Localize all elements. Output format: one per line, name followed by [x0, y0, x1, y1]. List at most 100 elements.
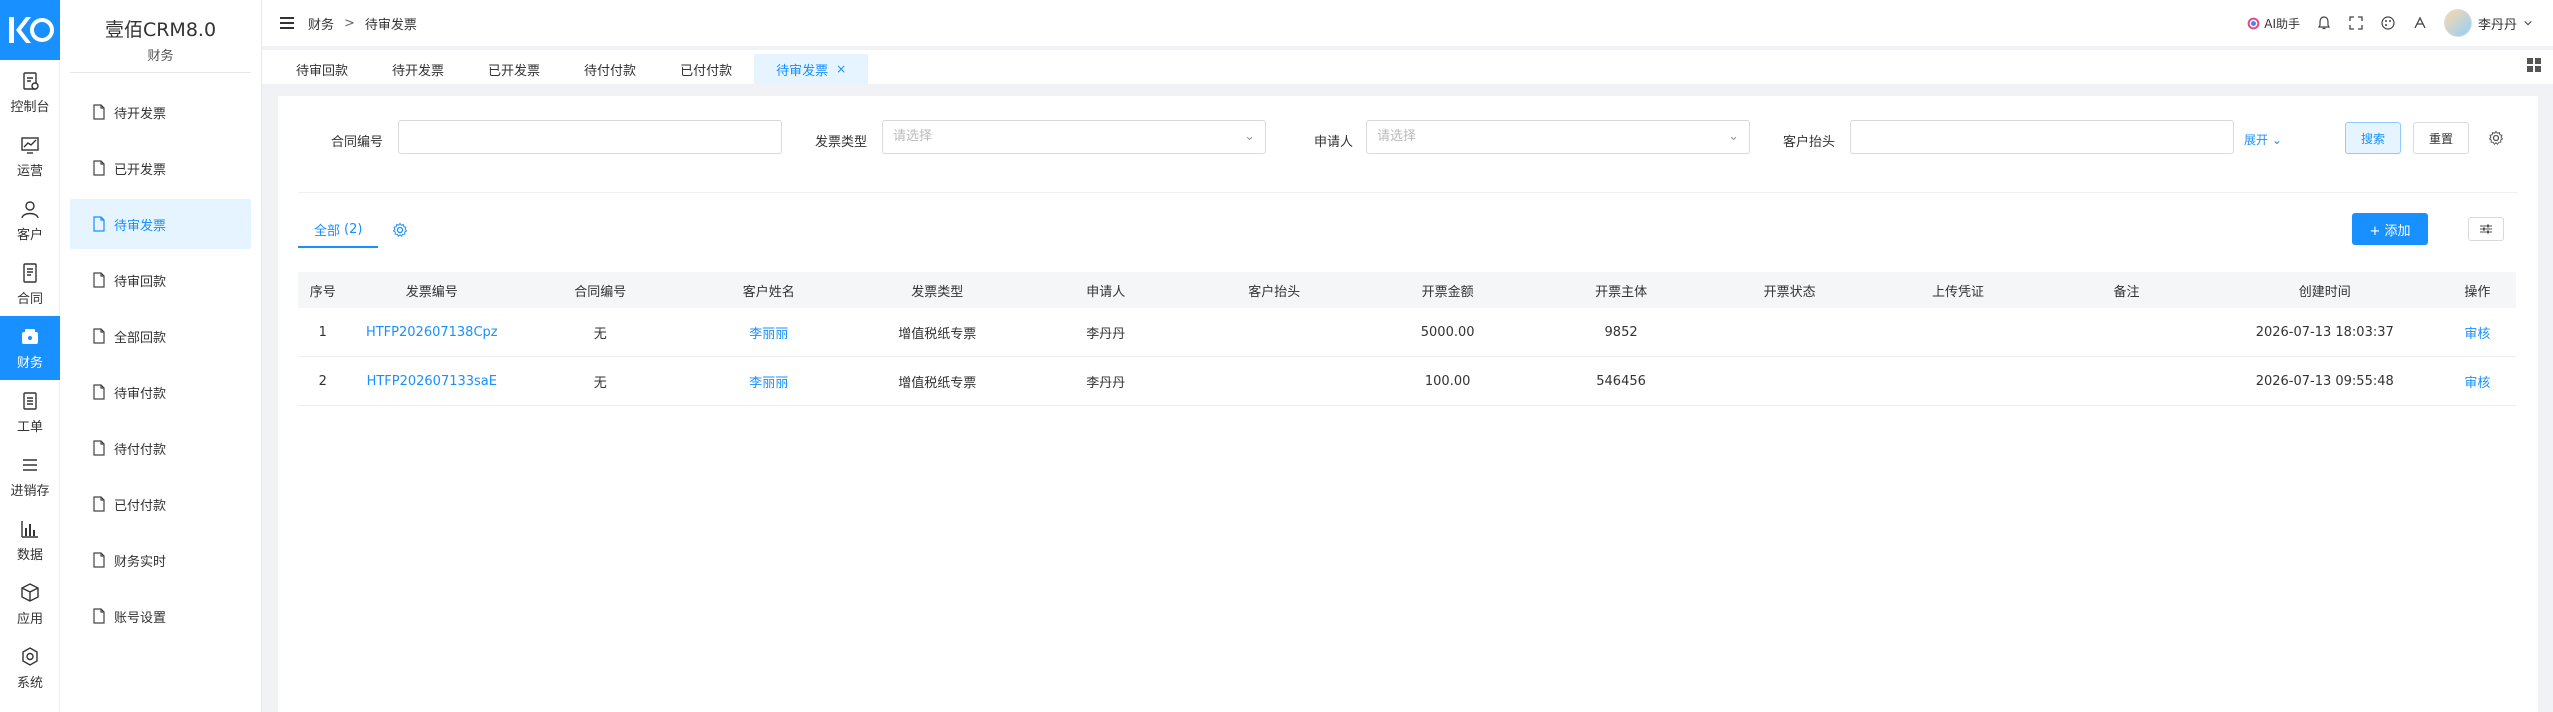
ai-assistant-button[interactable]: AI助手 [2247, 15, 2300, 32]
submenu-item-9[interactable]: 账号设置 [70, 591, 251, 641]
rail-item-label: 工单 [16, 419, 43, 435]
submenu-item-2[interactable]: 待审发票 [70, 199, 251, 249]
submenu-item-5[interactable]: 待审付款 [70, 367, 251, 417]
page-tab-3[interactable]: 待付付款 [562, 54, 658, 84]
column-header: 备注 [2113, 284, 2140, 300]
column-header: 开票金额 [1421, 284, 1474, 300]
column-header: 合同编号 [574, 284, 627, 300]
page-tab-1[interactable]: 待开发票 [370, 54, 466, 84]
page-tab-label: 待审回款 [296, 63, 349, 79]
fullscreen-icon[interactable] [2348, 15, 2364, 31]
table-cell: 5000.00 [1420, 324, 1475, 340]
table-cell: 李丹丹 [1086, 326, 1126, 342]
user-icon [21, 200, 39, 218]
invoice-no-link[interactable]: HTFP202607133saE [348, 374, 516, 389]
table-cell: 1 [318, 324, 327, 340]
column-settings-button[interactable] [2468, 217, 2504, 241]
reset-button[interactable]: 重置 [2413, 122, 2469, 154]
bar-chart-icon [21, 520, 38, 538]
page-tab-label: 已付付款 [680, 63, 733, 79]
document-icon [93, 104, 105, 120]
rail-item-9[interactable]: 系统 [0, 636, 60, 700]
submenu-item-1[interactable]: 已开发票 [70, 143, 251, 193]
column-header: 申请人 [1086, 284, 1126, 300]
table-cell: 2026-07-13 18:03:37 [2255, 324, 2394, 340]
rail-item-1[interactable]: 运营 [0, 124, 60, 188]
table-cell: 增值税纸专票 [898, 326, 977, 342]
tab-all[interactable]: 全部 (2) [298, 212, 379, 248]
table-header: 序号 发票编号 合同编号 客户姓名 发票类型 申请人 客户抬头 开票金额 开票主体 开票状态 上传凭… [298, 272, 2516, 308]
submenu-item-label: 账号设置 [114, 610, 167, 626]
invoice-type-label: 发票类型 [815, 135, 868, 150]
submenu-item-4[interactable]: 全部回款 [70, 311, 251, 361]
invoice-type-select[interactable]: 请选择 ⌄ [882, 120, 1266, 154]
rail-item-5[interactable]: 工单 [0, 380, 60, 444]
app-logo[interactable] [0, 0, 60, 60]
add-button[interactable]: + 添加 [2352, 213, 2428, 245]
customer-title-input[interactable] [1850, 120, 2234, 154]
breadcrumb-finance[interactable]: 财务 [308, 14, 334, 33]
document-icon [93, 272, 105, 288]
submenu-item-3[interactable]: 待审回款 [70, 255, 251, 305]
rail-item-8[interactable]: 应用 [0, 572, 60, 636]
sliders-icon [2480, 224, 2492, 234]
customer-name-link[interactable]: 李丽丽 [685, 372, 853, 391]
page-tab-2[interactable]: 已开发票 [466, 54, 562, 84]
search-button[interactable]: 搜索 [2345, 122, 2401, 154]
page-tab-4[interactable]: 已付付款 [658, 54, 754, 84]
rail-item-label: 数据 [16, 547, 43, 563]
list-icon [23, 458, 37, 471]
user-menu[interactable]: 李丹丹 [2443, 9, 2533, 37]
submenu-item-label: 待付付款 [114, 442, 167, 458]
close-icon[interactable]: × [836, 62, 846, 76]
submenu-item-0[interactable]: 待开发票 [70, 87, 251, 137]
submenu-item-label: 待开发票 [114, 106, 167, 122]
bell-icon[interactable] [2316, 15, 2332, 31]
submenu-item-7[interactable]: 已付付款 [70, 479, 251, 529]
expand-filters-link[interactable]: 展开 ⌄ [2244, 131, 2282, 148]
rail-item-0[interactable]: 控制台 [0, 60, 60, 124]
rail-item-7[interactable]: 数据 [0, 508, 60, 572]
page-tab-0[interactable]: 待审回款 [274, 54, 370, 84]
column-header: 开票主体 [1595, 284, 1648, 300]
review-action-link[interactable]: 审核 [2439, 323, 2516, 342]
tab-all-count: (2) [344, 221, 363, 237]
customer-name-link[interactable]: 李丽丽 [685, 323, 853, 342]
table-cell: 李丹丹 [1086, 375, 1126, 391]
rail-item-label: 合同 [16, 291, 43, 307]
main-nav-rail: 控制台 运营 客户合同财务工单进销存数据应用 系统 [0, 0, 60, 712]
applicant-placeholder: 请选择 [1377, 129, 1417, 144]
column-header: 序号 [309, 284, 336, 300]
review-action-link[interactable]: 审核 [2439, 372, 2516, 391]
submenu-item-6[interactable]: 待付付款 [70, 423, 251, 473]
breadcrumb-current: 待审发票 [364, 17, 417, 33]
settings-icon [22, 646, 38, 666]
table-cell: 增值税纸专票 [898, 375, 977, 391]
palette-icon[interactable] [2380, 15, 2396, 31]
document-icon [93, 216, 105, 232]
document-icon [93, 608, 105, 624]
submenu-item-8[interactable]: 财务实时 [70, 535, 251, 585]
page-tab-label: 待付付款 [584, 63, 637, 79]
page-tab-5[interactable]: 待审发票 × [754, 54, 869, 84]
table-cell: 9852 [1604, 324, 1638, 340]
header-actions: AI助手 李丹丹 [2247, 0, 2533, 46]
column-header: 创建时间 [2298, 284, 2351, 300]
submenu-item-label: 全部回款 [114, 330, 167, 346]
rail-item-4[interactable]: 财务 [0, 316, 60, 380]
menu-toggle-icon[interactable] [280, 17, 294, 29]
contract-no-input[interactable] [398, 120, 782, 154]
view-settings-icon[interactable] [392, 222, 408, 238]
invoice-no-link[interactable]: HTFP202607138Cpz [348, 325, 516, 340]
theme-icon[interactable] [2412, 15, 2428, 31]
document-icon [93, 384, 105, 400]
breadcrumb-separator: > [344, 15, 355, 31]
submenu-title: 财务 [147, 49, 174, 64]
divider [298, 192, 2518, 193]
rail-item-3[interactable]: 合同 [0, 252, 60, 316]
applicant-select[interactable]: 请选择 ⌄ [1366, 120, 1750, 154]
rail-item-2[interactable]: 客户 [0, 188, 60, 252]
filter-settings-icon[interactable] [2488, 130, 2504, 146]
grid-menu-icon[interactable] [2527, 58, 2541, 72]
rail-item-6[interactable]: 进销存 [0, 444, 60, 508]
